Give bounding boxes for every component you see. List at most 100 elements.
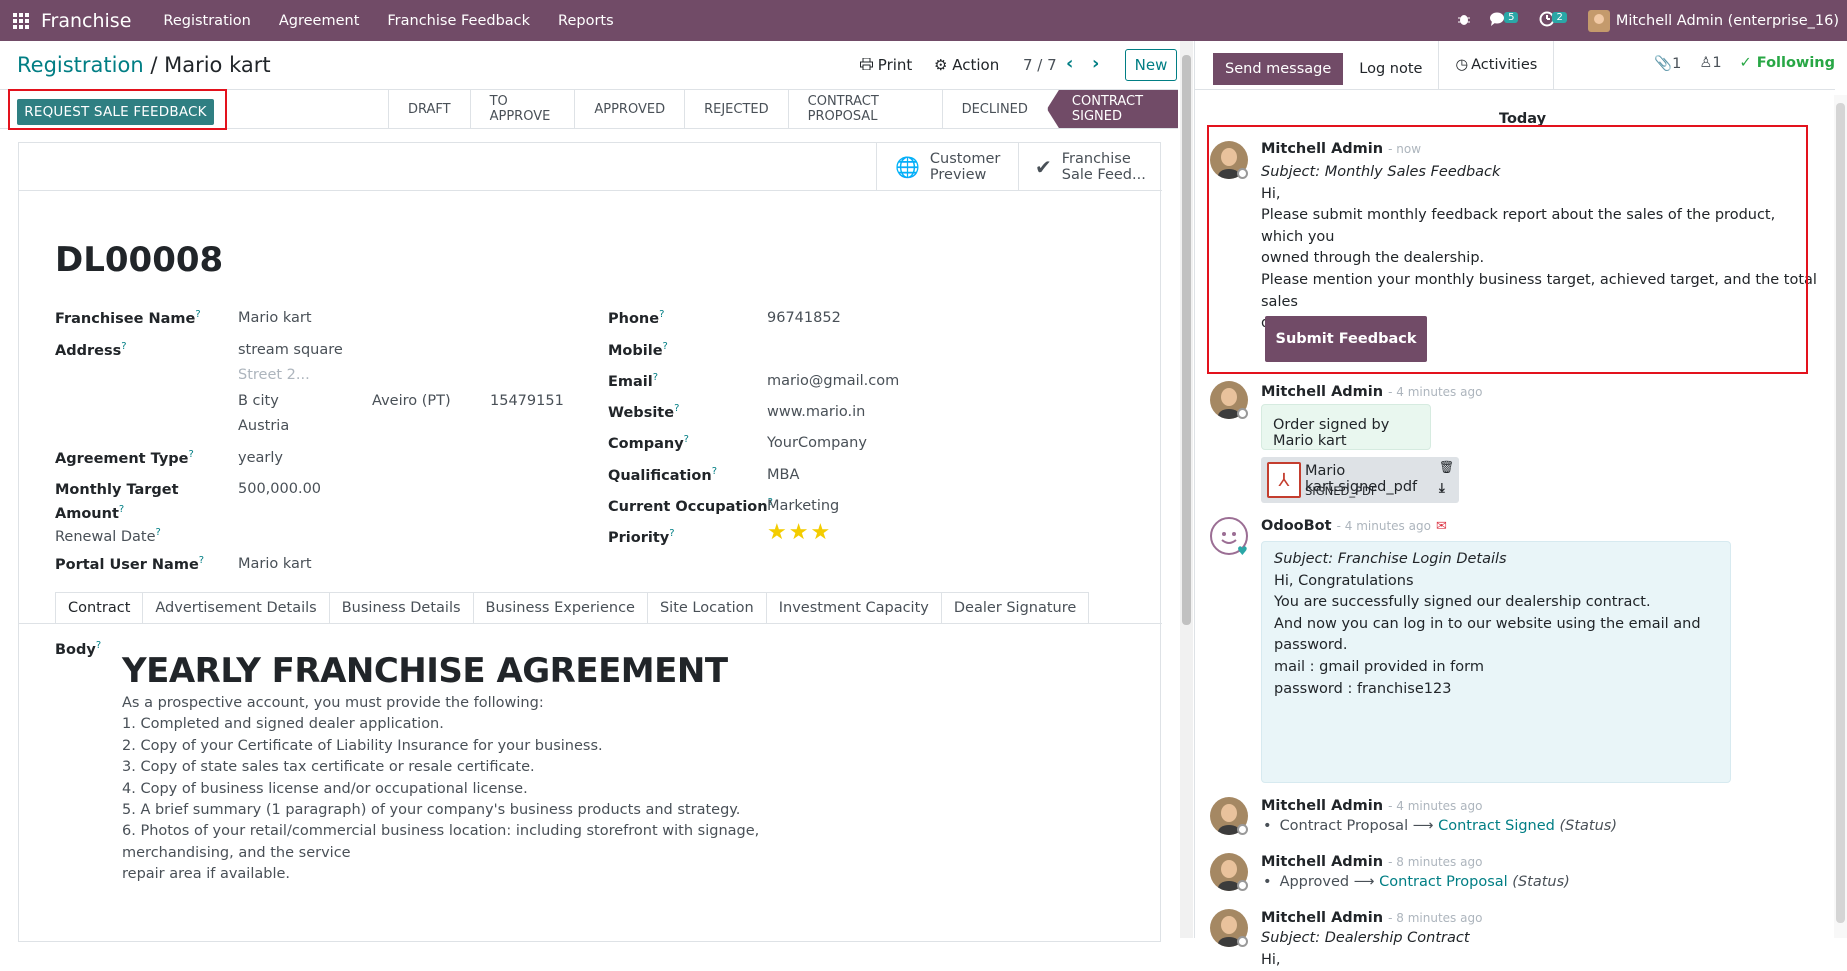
apps-grid-icon[interactable] bbox=[13, 12, 29, 29]
monthly-target-field[interactable]: 500,000.00 bbox=[238, 481, 321, 497]
menu-registration[interactable]: Registration bbox=[163, 13, 250, 29]
email-field[interactable]: mario@gmail.com bbox=[767, 373, 899, 389]
check-icon: ✓ bbox=[1739, 55, 1757, 71]
form-scrollbar[interactable] bbox=[1180, 41, 1193, 938]
occupation-label: Current Occupation? bbox=[608, 497, 773, 515]
city-field[interactable]: B city bbox=[238, 393, 279, 409]
stage-contract-signed[interactable]: CONTRACT SIGNED bbox=[1046, 90, 1178, 128]
zip-field[interactable]: 15479151 bbox=[490, 393, 564, 409]
star-icon[interactable]: ★ bbox=[767, 520, 789, 545]
message-author[interactable]: Mitchell Admin - 8 minutes ago bbox=[1261, 854, 1482, 870]
phone-field[interactable]: 96741852 bbox=[767, 310, 841, 326]
status-dot bbox=[1237, 408, 1248, 419]
pager-value[interactable]: 7 / 7 bbox=[1023, 56, 1057, 74]
message-time: - 8 minutes ago bbox=[1388, 911, 1483, 925]
log-note-button[interactable]: Log note bbox=[1343, 53, 1438, 85]
agreement-body[interactable]: As a prospective account, you must provi… bbox=[122, 693, 842, 886]
messages-badge: 5 bbox=[1504, 11, 1519, 23]
message-author[interactable]: Mitchell Admin - 4 minutes ago bbox=[1261, 384, 1482, 400]
agreement-line: As a prospective account, you must provi… bbox=[122, 695, 544, 711]
stage-contract-proposal[interactable]: CONTRACT PROPOSAL bbox=[787, 90, 942, 128]
globe-icon: 🌐 bbox=[895, 154, 920, 179]
print-button[interactable]: Print bbox=[860, 56, 912, 74]
followers-button[interactable]: ♙1 bbox=[1699, 55, 1721, 72]
website-field[interactable]: www.mario.in bbox=[767, 404, 865, 420]
customer-preview-button[interactable]: 🌐 Customer Preview bbox=[876, 143, 1018, 190]
menu-agreement[interactable]: Agreement bbox=[279, 13, 360, 29]
priority-stars[interactable]: ★★★ bbox=[767, 520, 832, 545]
franchise-sale-feedback-button[interactable]: ✔ Franchise Sale Feed... bbox=[1018, 143, 1161, 190]
send-message-button[interactable]: Send message bbox=[1213, 53, 1344, 85]
tab-investment-capacity[interactable]: Investment Capacity bbox=[766, 592, 942, 624]
street-field[interactable]: stream square bbox=[238, 342, 343, 358]
message-author[interactable]: OdooBot - 4 minutes ago ✉ bbox=[1261, 518, 1447, 534]
following-button[interactable]: ✓ Following bbox=[1740, 55, 1835, 72]
activities-button[interactable]: ◷ Activities bbox=[1438, 41, 1555, 89]
chatter-scrollbar[interactable] bbox=[1834, 95, 1847, 938]
activities-clock-icon[interactable]: 2 bbox=[1539, 11, 1569, 31]
company-field[interactable]: YourCompany bbox=[767, 435, 867, 451]
user-menu[interactable]: Mitchell Admin (enterprise_16) bbox=[1587, 9, 1839, 32]
form-scroll-thumb[interactable] bbox=[1182, 55, 1191, 625]
submit-feedback-button[interactable]: Submit Feedback bbox=[1265, 316, 1427, 362]
tab-dealer-signature[interactable]: Dealer Signature bbox=[941, 592, 1090, 624]
country-field[interactable]: Austria bbox=[238, 418, 289, 434]
menu-reports[interactable]: Reports bbox=[558, 13, 614, 29]
state-field[interactable]: Aveiro (PT) bbox=[372, 393, 451, 409]
action-button[interactable]: ⚙ Action bbox=[934, 56, 999, 74]
stage-approved[interactable]: APPROVED bbox=[574, 90, 684, 128]
renewal-date-label: Renewal Date? bbox=[55, 527, 161, 545]
breadcrumb-current: Mario kart bbox=[164, 53, 271, 77]
bug-icon[interactable] bbox=[1457, 12, 1471, 30]
feedback-label-1: Franchise bbox=[1061, 150, 1131, 167]
stage-rejected[interactable]: REJECTED bbox=[684, 90, 788, 128]
chatter-topright: 📎1 ♙1 ✓ Following bbox=[1654, 55, 1835, 72]
breadcrumb: Registration / Mario kart bbox=[17, 53, 271, 77]
tab-business-details[interactable]: Business Details bbox=[329, 592, 474, 624]
stage-to-approve[interactable]: TO APPROVE bbox=[469, 90, 575, 128]
chevron-right-icon[interactable]: › bbox=[1092, 53, 1099, 74]
tab-advertisement-details[interactable]: Advertisement Details bbox=[143, 592, 330, 624]
tab-contract[interactable]: Contract bbox=[55, 592, 144, 624]
occupation-field[interactable]: Marketing bbox=[767, 498, 839, 514]
person-icon: ♙ bbox=[1699, 55, 1713, 71]
chevron-left-icon[interactable]: ‹ bbox=[1066, 53, 1073, 74]
new-button[interactable]: New bbox=[1125, 49, 1177, 81]
franchisee-name-field[interactable]: Mario kart bbox=[238, 310, 312, 326]
tab-business-experience[interactable]: Business Experience bbox=[473, 592, 648, 624]
download-icon[interactable]: ⤓ bbox=[1439, 481, 1445, 496]
message-line: You are successfully signed our dealersh… bbox=[1274, 594, 1651, 611]
stage-declined[interactable]: DECLINED bbox=[941, 90, 1047, 128]
star-icon[interactable]: ★ bbox=[789, 520, 811, 545]
action-label: Action bbox=[952, 56, 1000, 74]
street2-field[interactable]: Street 2... bbox=[238, 367, 310, 383]
portal-user-field[interactable]: Mario kart bbox=[238, 556, 312, 572]
message-author[interactable]: Mitchell Admin - 4 minutes ago bbox=[1261, 798, 1482, 814]
activities-badge: 2 bbox=[1552, 11, 1567, 23]
breadcrumb-separator: / bbox=[150, 53, 158, 77]
email-label: Email? bbox=[608, 372, 659, 390]
attachments-button[interactable]: 📎1 bbox=[1654, 55, 1681, 72]
record-name: DL00008 bbox=[55, 240, 224, 280]
breadcrumb-parent[interactable]: Registration bbox=[17, 53, 144, 77]
tracking-old-value: Approved bbox=[1279, 874, 1350, 890]
message-author[interactable]: Mitchell Admin - 8 minutes ago bbox=[1261, 910, 1482, 926]
attachment-card[interactable]: ⅄ Mario kart.signed_pdf SIGNED_PDF 🗑 ⤓ bbox=[1261, 457, 1459, 503]
qualification-field[interactable]: MBA bbox=[767, 467, 799, 483]
app-name[interactable]: Franchise bbox=[41, 10, 131, 32]
star-icon[interactable]: ★ bbox=[810, 520, 832, 545]
trash-icon[interactable]: 🗑 bbox=[1439, 460, 1454, 474]
stage-draft[interactable]: DRAFT bbox=[388, 90, 470, 128]
tracking-line: • Contract Proposal ⟶ Contract Signed (St… bbox=[1263, 818, 1618, 834]
form-sheet: 🌐 Customer Preview ✔ Franchise Sale Feed..… bbox=[18, 142, 1162, 942]
message-line: password : franchise123 bbox=[1274, 680, 1452, 697]
feedback-label-2: Sale Feed... bbox=[1061, 166, 1146, 183]
agreement-type-field[interactable]: yearly bbox=[238, 450, 283, 466]
messages-icon[interactable]: 5 bbox=[1489, 11, 1521, 31]
preview-label-2: Preview bbox=[929, 166, 987, 183]
chatter-scroll-thumb[interactable] bbox=[1836, 103, 1845, 923]
menu-franchise-feedback[interactable]: Franchise Feedback bbox=[387, 13, 530, 29]
message-line: mail : gmail provided in form bbox=[1274, 658, 1484, 675]
priority-label: Priority? bbox=[608, 528, 675, 546]
tab-site-location[interactable]: Site Location bbox=[647, 592, 767, 624]
